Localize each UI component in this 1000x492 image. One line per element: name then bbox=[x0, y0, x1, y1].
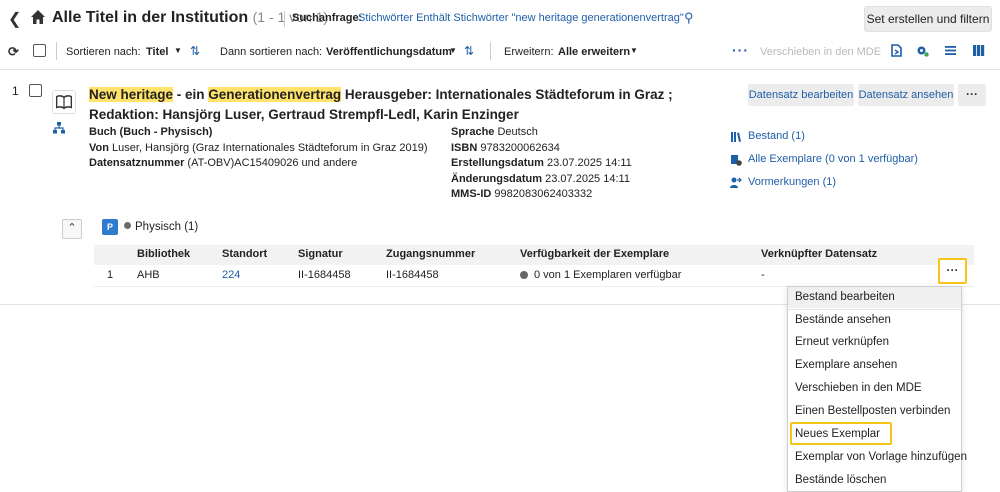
requests-icon bbox=[730, 177, 742, 188]
sort-select[interactable]: Titel bbox=[146, 46, 168, 58]
expand-select[interactable]: Alle erweitern bbox=[558, 46, 630, 58]
modified-label: Änderungsdatum bbox=[451, 172, 543, 185]
created-label: Erstellungsdatum bbox=[451, 157, 544, 169]
menu-item-delete-holdings[interactable]: Bestände löschen bbox=[795, 474, 886, 486]
physical-badge: P bbox=[102, 219, 118, 235]
refresh-icon[interactable]: ⟳ bbox=[8, 44, 19, 60]
linked-record-cell: - bbox=[761, 269, 765, 281]
hierarchy-icon[interactable] bbox=[53, 122, 65, 134]
menu-item-edit-holdings[interactable]: Bestand bearbeiten bbox=[795, 291, 895, 303]
location-link[interactable]: 224 bbox=[222, 269, 240, 281]
status-dot-icon bbox=[124, 222, 131, 229]
record-number: 1 bbox=[12, 84, 19, 98]
move-to-mde-button[interactable]: Verschieben in den MDE bbox=[760, 46, 881, 58]
availability-dot-icon bbox=[520, 271, 528, 279]
sort-direction-icon[interactable]: ⇅ bbox=[464, 44, 474, 58]
mms-id-label: MMS-ID bbox=[451, 188, 492, 200]
back-icon[interactable]: ❮ bbox=[8, 9, 21, 29]
more-actions-button[interactable]: ··· bbox=[732, 42, 749, 58]
isbn-value: 9783200062634 bbox=[480, 141, 560, 154]
menu-item-new-item[interactable]: Neues Exemplar bbox=[795, 428, 880, 440]
column-header[interactable]: Verfügbarkeit der Exemplare bbox=[520, 248, 669, 260]
expand-label: Erweitern: bbox=[504, 46, 554, 58]
language-label: Sprache bbox=[451, 126, 495, 138]
physical-label-text: Physisch (1) bbox=[135, 221, 199, 233]
query-label: Suchanfrage: bbox=[292, 12, 363, 24]
chevron-down-icon[interactable]: ▼ bbox=[449, 46, 457, 55]
title-highlight: New heritage bbox=[89, 87, 174, 102]
items-icon bbox=[731, 154, 742, 166]
record-number-label: Datensatznummer bbox=[89, 157, 185, 169]
holdings-link-label: Bestand (1) bbox=[748, 130, 805, 142]
record-meta-mid: Sprache Deutsch ISBN 9783200062634 Erste… bbox=[451, 125, 632, 203]
menu-item-view-holdings[interactable]: Bestände ansehen bbox=[795, 314, 891, 326]
edit-record-button[interactable]: Datensatz bearbeiten bbox=[748, 84, 854, 106]
list-view-icon[interactable] bbox=[944, 44, 957, 57]
requests-link-label: Vormerkungen (1) bbox=[748, 176, 837, 188]
column-header[interactable]: Bibliothek bbox=[137, 248, 190, 260]
call-number-cell: II-1684458 bbox=[298, 269, 351, 281]
availability-cell: 0 von 1 Exemplaren verfügbar bbox=[520, 269, 681, 281]
record-title[interactable]: New heritage - ein Generationenvertrag H… bbox=[89, 85, 739, 125]
items-link-label: Alle Exemplare (0 von 1 verfügbar) bbox=[748, 153, 918, 165]
column-header[interactable]: Standort bbox=[222, 248, 267, 260]
record-meta-left: Buch (Buch - Physisch) Von Luser, Hansjö… bbox=[89, 125, 428, 172]
divider bbox=[56, 42, 57, 60]
home-icon[interactable] bbox=[30, 9, 46, 25]
library-icon bbox=[731, 131, 741, 142]
mms-id-value: 9982083062403332 bbox=[494, 188, 593, 200]
columns-icon[interactable] bbox=[972, 44, 985, 57]
column-header[interactable]: Verknüpfter Datensatz bbox=[761, 248, 877, 260]
page-title: Alle Titel in der Institution (1 - 1 von… bbox=[52, 9, 328, 27]
page-title-text: Alle Titel in der Institution bbox=[52, 9, 249, 26]
chevron-down-icon[interactable]: ▼ bbox=[174, 46, 182, 55]
secondary-sort-label: Dann sortieren nach: bbox=[220, 46, 323, 58]
book-icon bbox=[52, 90, 76, 114]
row-index: 1 bbox=[107, 269, 114, 281]
items-link[interactable]: Alle Exemplare (0 von 1 verfügbar) bbox=[730, 148, 918, 171]
physical-label: Physisch (1) bbox=[124, 221, 198, 233]
query-value[interactable]: Stichwörter Enthält Stichwörter "new her… bbox=[358, 12, 684, 24]
chevron-down-icon[interactable]: ▼ bbox=[630, 46, 638, 55]
created-value: 23.07.2025 14:11 bbox=[546, 157, 632, 169]
requests-link[interactable]: Vormerkungen (1) bbox=[730, 171, 918, 194]
row-more-button[interactable]: ··· bbox=[938, 258, 967, 284]
divider bbox=[490, 42, 491, 60]
record-number-value: (AT-OBV)AC15409026 und andere bbox=[187, 157, 358, 169]
author-value: Luser, Hansjörg (Graz Internationales St… bbox=[112, 141, 428, 154]
secondary-sort-select[interactable]: Veröffentlichungsdatum bbox=[326, 46, 452, 58]
export-icon[interactable] bbox=[890, 44, 903, 57]
material-type: Buch (Buch - Physisch) bbox=[89, 126, 213, 138]
column-header[interactable]: Zugangsnummer bbox=[386, 248, 475, 260]
author-label: Von bbox=[89, 141, 109, 154]
select-all-checkbox[interactable] bbox=[33, 44, 46, 57]
isbn-label: ISBN bbox=[451, 141, 478, 154]
sort-direction-icon[interactable]: ⇅ bbox=[190, 44, 200, 58]
library-cell: AHB bbox=[137, 269, 160, 281]
modified-value: 23.07.2025 14:11 bbox=[545, 172, 630, 185]
sort-label: Sortieren nach: bbox=[66, 46, 141, 58]
menu-item-move-mde[interactable]: Verschieben in den MDE bbox=[795, 382, 922, 394]
record-checkbox[interactable] bbox=[29, 84, 42, 97]
holdings-link[interactable]: Bestand (1) bbox=[730, 125, 918, 148]
record-more-button[interactable]: ··· bbox=[958, 84, 986, 106]
divider bbox=[284, 11, 285, 27]
menu-item-link-po-line[interactable]: Einen Bestellposten verbinden bbox=[795, 405, 950, 417]
menu-item-add-item-from-template[interactable]: Exemplar von Vorlage hinzufügen bbox=[795, 451, 967, 463]
record-links: Bestand (1) Alle Exemplare (0 von 1 verf… bbox=[730, 125, 918, 194]
accession-cell: II-1684458 bbox=[386, 269, 439, 281]
create-set-button[interactable]: Set erstellen und filtern bbox=[864, 6, 992, 32]
settings-icon[interactable] bbox=[916, 44, 929, 57]
menu-item-view-items[interactable]: Exemplare ansehen bbox=[795, 359, 897, 371]
view-record-button[interactable]: Datensatz ansehen bbox=[858, 84, 954, 106]
title-text: - ein bbox=[173, 87, 209, 102]
title-highlight: Generationenvertrag bbox=[208, 87, 342, 102]
query-edit-icon[interactable]: ⚲ bbox=[684, 10, 694, 26]
column-header[interactable]: Signatur bbox=[298, 248, 343, 260]
menu-divider bbox=[788, 309, 961, 310]
availability-text: 0 von 1 Exemplaren verfügbar bbox=[534, 269, 682, 281]
collapse-icon[interactable]: ⌃ bbox=[62, 219, 82, 239]
language-value: Deutsch bbox=[497, 126, 538, 138]
menu-item-relink[interactable]: Erneut verknüpfen bbox=[795, 336, 889, 348]
